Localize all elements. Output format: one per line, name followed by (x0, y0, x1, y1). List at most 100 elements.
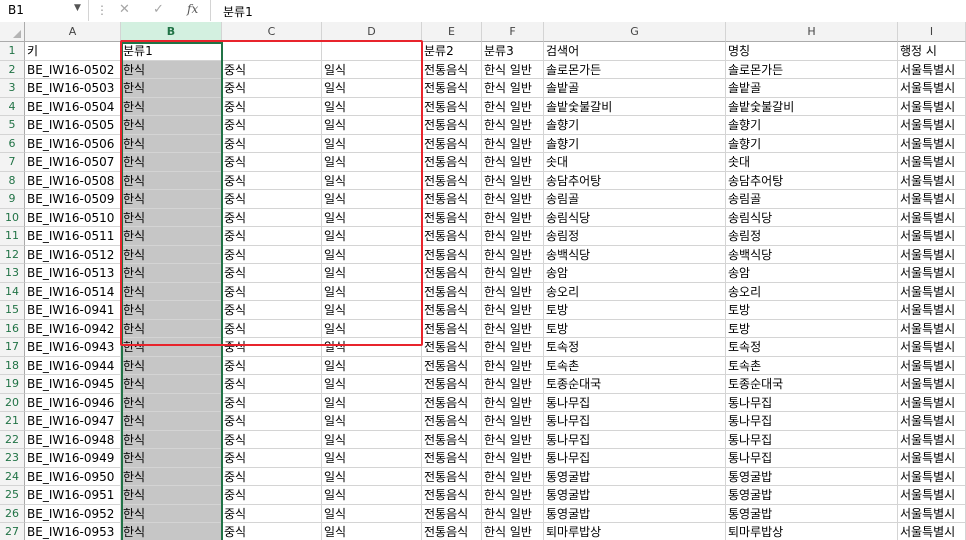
cell-e[interactable]: 전통음식 (422, 523, 482, 540)
cell-c[interactable]: 중식 (222, 245, 322, 264)
cell-e[interactable]: 전통음식 (422, 190, 482, 209)
cell-c[interactable]: 중식 (222, 208, 322, 227)
cell-i[interactable]: 서울특별시 (898, 245, 966, 264)
cell-c[interactable]: 중식 (222, 523, 322, 540)
cell-e[interactable]: 전통음식 (422, 467, 482, 486)
cell-h[interactable]: 솔밭숯불갈비 (726, 97, 898, 116)
cell-g[interactable]: 토속정 (544, 338, 726, 357)
cell-i[interactable]: 서울특별시 (898, 430, 966, 449)
cell-d[interactable]: 일식 (322, 523, 422, 540)
cell-d[interactable]: 일식 (322, 60, 422, 79)
cell-e[interactable]: 분류2 (422, 42, 482, 61)
cell-a[interactable]: BE_IW16-0503 (25, 79, 121, 98)
cell-d[interactable]: 일식 (322, 430, 422, 449)
cell-b[interactable]: 한식 (121, 227, 222, 246)
cell-i[interactable]: 서울특별시 (898, 97, 966, 116)
cell-c[interactable]: 중식 (222, 375, 322, 394)
row-header[interactable]: 18 (0, 356, 25, 375)
cell-a[interactable]: BE_IW16-0945 (25, 375, 121, 394)
cell-a[interactable]: BE_IW16-0504 (25, 97, 121, 116)
cell-b[interactable]: 한식 (121, 338, 222, 357)
cell-f[interactable]: 한식 일반 (482, 190, 544, 209)
cell-f[interactable]: 한식 일반 (482, 171, 544, 190)
column-header-a[interactable]: A (25, 22, 121, 42)
cell-e[interactable]: 전통음식 (422, 430, 482, 449)
cell-h[interactable]: 송오리 (726, 282, 898, 301)
cell-b[interactable]: 한식 (121, 208, 222, 227)
row-header[interactable]: 15 (0, 301, 25, 320)
row-header[interactable]: 27 (0, 523, 25, 540)
cell-c[interactable]: 중식 (222, 449, 322, 468)
row-header[interactable]: 16 (0, 319, 25, 338)
row-header[interactable]: 1 (0, 42, 25, 61)
cell-i[interactable]: 서울특별시 (898, 134, 966, 153)
cell-h[interactable]: 통나무집 (726, 430, 898, 449)
cell-d[interactable]: 일식 (322, 245, 422, 264)
row-header[interactable]: 14 (0, 282, 25, 301)
cell-a[interactable]: BE_IW16-0511 (25, 227, 121, 246)
column-header-d[interactable]: D (322, 22, 422, 42)
cell-b[interactable]: 한식 (121, 116, 222, 135)
cell-b[interactable]: 한식 (121, 375, 222, 394)
cell-g[interactable]: 토방 (544, 301, 726, 320)
cell-d[interactable]: 일식 (322, 190, 422, 209)
column-header-c[interactable]: C (222, 22, 322, 42)
cell-h[interactable]: 통나무집 (726, 412, 898, 431)
cell-e[interactable]: 전통음식 (422, 60, 482, 79)
cell-a[interactable]: BE_IW16-0950 (25, 467, 121, 486)
cell-f[interactable]: 한식 일반 (482, 356, 544, 375)
row-header[interactable]: 25 (0, 486, 25, 505)
cell-c[interactable]: 중식 (222, 356, 322, 375)
cell-d[interactable]: 일식 (322, 375, 422, 394)
cell-a[interactable]: BE_IW16-0509 (25, 190, 121, 209)
row-header[interactable]: 9 (0, 190, 25, 209)
cell-c[interactable]: 중식 (222, 338, 322, 357)
cell-a[interactable]: BE_IW16-0947 (25, 412, 121, 431)
cell-i[interactable]: 서울특별시 (898, 171, 966, 190)
cell-a[interactable]: 키 (25, 42, 121, 61)
cell-a[interactable]: BE_IW16-0510 (25, 208, 121, 227)
cell-b[interactable]: 한식 (121, 264, 222, 283)
row-header[interactable]: 8 (0, 171, 25, 190)
cell-b[interactable]: 한식 (121, 449, 222, 468)
cell-i[interactable]: 서울특별시 (898, 116, 966, 135)
cell-i[interactable]: 서울특별시 (898, 338, 966, 357)
select-all-corner[interactable] (0, 22, 25, 42)
row-header[interactable]: 24 (0, 467, 25, 486)
column-header-f[interactable]: F (482, 22, 544, 42)
cell-c[interactable]: 중식 (222, 412, 322, 431)
cell-e[interactable]: 전통음식 (422, 338, 482, 357)
cell-a[interactable]: BE_IW16-0942 (25, 319, 121, 338)
cell-i[interactable]: 서울특별시 (898, 319, 966, 338)
cell-i[interactable]: 서울특별시 (898, 467, 966, 486)
cell-h[interactable]: 명칭 (726, 42, 898, 61)
cell-b[interactable]: 분류1 (121, 42, 222, 61)
row-header[interactable]: 7 (0, 153, 25, 172)
cell-a[interactable]: BE_IW16-0953 (25, 523, 121, 540)
cell-h[interactable]: 솔로몬가든 (726, 60, 898, 79)
cell-d[interactable]: 일식 (322, 227, 422, 246)
cell-e[interactable]: 전통음식 (422, 79, 482, 98)
cell-e[interactable]: 전통음식 (422, 375, 482, 394)
cell-h[interactable]: 퇴마루밥상 (726, 523, 898, 540)
cell-f[interactable]: 한식 일반 (482, 504, 544, 523)
cell-g[interactable]: 통영굴밥 (544, 467, 726, 486)
cell-c[interactable]: 중식 (222, 264, 322, 283)
cell-i[interactable]: 서울특별시 (898, 153, 966, 172)
cell-f[interactable]: 한식 일반 (482, 227, 544, 246)
cell-f[interactable]: 한식 일반 (482, 523, 544, 540)
cell-i[interactable]: 서울특별시 (898, 504, 966, 523)
cell-c[interactable]: 중식 (222, 319, 322, 338)
cell-d[interactable]: 일식 (322, 153, 422, 172)
cell-f[interactable]: 한식 일반 (482, 486, 544, 505)
cell-e[interactable]: 전통음식 (422, 97, 482, 116)
cell-h[interactable]: 송백식당 (726, 245, 898, 264)
row-header[interactable]: 2 (0, 60, 25, 79)
cell-b[interactable]: 한식 (121, 486, 222, 505)
cell-h[interactable]: 토방 (726, 319, 898, 338)
row-header[interactable]: 12 (0, 245, 25, 264)
cell-d[interactable]: 일식 (322, 486, 422, 505)
cell-g[interactable]: 솔로몬가든 (544, 60, 726, 79)
cell-i[interactable]: 서울특별시 (898, 282, 966, 301)
chevron-down-icon[interactable]: ▼ (74, 3, 81, 13)
